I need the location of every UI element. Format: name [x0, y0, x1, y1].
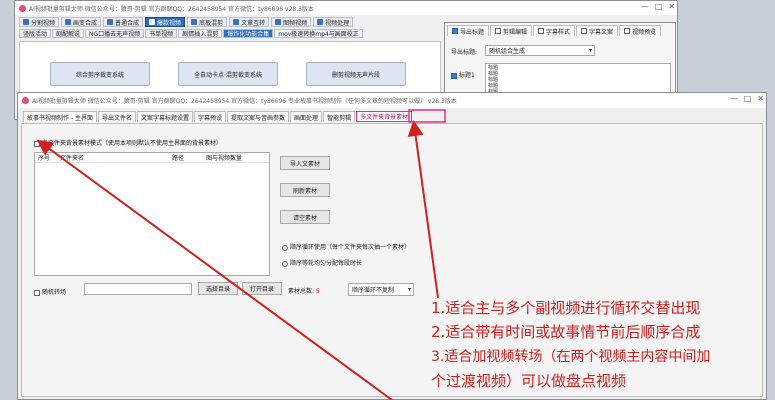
maximize-icon[interactable]: □: [744, 94, 752, 103]
chevron-down-icon: ▾: [588, 47, 592, 54]
right-tab[interactable]: 导出标题: [447, 25, 490, 36]
tile-silent-cut[interactable]: 删剪视频无声片段: [306, 62, 406, 86]
app-logo-icon: [19, 4, 26, 12]
tab-check-icon: [581, 28, 588, 34]
annotation-line-4: 个过渡视频）可以做盘点视频: [431, 372, 627, 390]
subtab[interactable]: mov极速转换mp4与画面校正: [274, 29, 363, 38]
toolbar-button[interactable]: 底板混剪: [187, 17, 228, 27]
subtab[interactable]: NG口播去无声视频: [85, 29, 145, 38]
material-count-value: 5: [315, 288, 320, 295]
right-panel-tabs: 导出标题 剪辑编辑 字幕样式 字幕文案 视频预览: [447, 25, 662, 37]
toolbar-button[interactable]: 文章互转: [229, 17, 270, 27]
select-directory-button[interactable]: 选择目录: [198, 282, 238, 295]
play-icon: [107, 19, 114, 25]
maximize-icon[interactable]: □: [655, 2, 663, 11]
material-count-label: 素材总数: 5: [288, 288, 320, 295]
front-tab[interactable]: 字幕预设: [194, 111, 227, 122]
title1-checkbox[interactable]: 标题1: [451, 70, 475, 79]
minimize-icon[interactable]: —: [641, 2, 649, 11]
export-title-label: 导出标题:: [451, 49, 478, 56]
toolbar-button[interactable]: 爆款视频: [145, 17, 186, 27]
front-tab[interactable]: 智能剪辑: [323, 111, 356, 122]
clear-button[interactable]: 请空素材: [280, 210, 330, 224]
gear-icon: [317, 19, 324, 25]
title1-check-icon: [451, 72, 457, 79]
merge-icon: [65, 19, 72, 25]
right-tab[interactable]: 字幕样式: [533, 25, 576, 36]
tab-check-icon: [538, 28, 545, 34]
back-toolbar: 分割视频 画变合成 普通合成 爆款视频 底板混剪 文章互转 图帧视频 视频处理: [19, 17, 354, 27]
image-icon: [275, 19, 282, 25]
toolbar-button[interactable]: 分割视频: [19, 17, 60, 27]
right-tab[interactable]: 字幕文案: [576, 25, 619, 36]
right-panel: 导出标题 剪辑编辑 字幕样式 字幕文案 视频预览 导出标题: 随机组合生成 ▾ 标题1 …: [444, 22, 676, 102]
right-tab[interactable]: 视频预览: [619, 25, 662, 36]
fire-icon: [149, 19, 156, 25]
annotation-line-2: 2.适合带有时间或故事情节前后顺序合成: [431, 323, 701, 341]
import-button[interactable]: 导入文素材: [280, 156, 330, 170]
front-window-titlebar: AI视频批量剪辑大师 微信公众号：猿哥·剪辑 官方群聊QQ：2642458954…: [18, 93, 766, 108]
chevron-down-icon: ▾: [407, 286, 411, 293]
toolbar-button[interactable]: 视频处理: [313, 17, 354, 27]
tab-check-icon: [452, 28, 458, 34]
back-subtabs: 竖版活动 剧配解说 NG口播去无声视频 书单视频 剧情插入混剪 爆炸化功能合集 mov极速转…: [19, 29, 363, 38]
open-directory-button[interactable]: 打开目录: [242, 282, 282, 295]
transition-path-input[interactable]: [84, 283, 192, 295]
export-title-select[interactable]: 随机组合生成 ▾: [485, 45, 595, 56]
col-index: 序号: [38, 155, 51, 162]
radio-icon: [282, 260, 288, 267]
front-window-title: AI视频批量剪辑大师 微信公众号：猿哥·剪辑 官方群聊QQ：2642458954…: [32, 98, 457, 105]
tab-check-icon: [495, 28, 502, 34]
transition-checkbox[interactable]: 随机转场: [34, 287, 66, 296]
tile-beat-mix-system[interactable]: 全自动卡点·混剪裁变系统: [178, 62, 278, 86]
close-icon[interactable]: ✕: [668, 2, 675, 11]
annotation-line-3: 3.适合加视频转场（在两个视频主内容中间加: [431, 349, 711, 365]
back-window-title: AI视频批量剪辑大师 微信公众号：猿哥·剪辑 官方群聊QQ：2642458954…: [29, 5, 314, 13]
front-tab[interactable]: 故事书视频制作 - 主界面: [23, 111, 97, 122]
front-tab[interactable]: 画面处理: [290, 111, 323, 122]
tab-check-icon: [624, 28, 631, 34]
refresh-button[interactable]: 刷新素材: [280, 183, 330, 197]
toolbar-button[interactable]: 画变合成: [61, 17, 102, 27]
back-window-titlebar: AI视频批量剪辑大师 微信公众号：猿哥·剪辑 官方群聊QQ：2642458954…: [15, 1, 677, 15]
app-logo-icon: [22, 97, 29, 104]
subtab[interactable]: 剧情插入混剪: [178, 29, 223, 38]
close-icon[interactable]: ✕: [757, 94, 764, 103]
front-tab[interactable]: 多文件夹背景素材: [356, 111, 413, 122]
front-tab[interactable]: 提取文案与音画参数: [227, 111, 290, 122]
col-folder: 文件夹名: [60, 155, 85, 162]
subtab[interactable]: 爆炸化功能合集: [223, 29, 274, 38]
transition-check-icon: [34, 289, 40, 296]
folder-table[interactable]: 序号 文件夹名 路径 图与视频数量: [34, 152, 270, 276]
multi-folder-check-icon: [34, 140, 40, 147]
front-tab[interactable]: 导出文件名: [97, 111, 136, 122]
subtab[interactable]: 剧配解说: [52, 29, 85, 38]
col-count: 图与视频数量: [206, 155, 243, 162]
radio-sequential-loop[interactable]: 顺序循环使用（每个文件夹每次抽一个素材）: [282, 242, 410, 251]
tile-composite-system[interactable]: 综合剪序裁变系统: [50, 62, 150, 86]
annotation-line-1: 1.适合主与多个副视频进行循环交替出现: [431, 299, 701, 317]
front-tab[interactable]: 文案字幕标题设置: [137, 111, 194, 122]
subtab[interactable]: 书单视频: [145, 29, 178, 38]
mix-icon: [191, 19, 198, 25]
toolbar-button[interactable]: 图帧视频: [271, 17, 312, 27]
split-icon: [23, 19, 29, 25]
table-header: 序号 文件夹名 路径 图与视频数量: [35, 153, 269, 163]
text-icon: [233, 19, 240, 25]
col-path: 路径: [172, 155, 185, 162]
multi-folder-checkbox[interactable]: 多文件夹背景素材模式（使用本项则默认不使用主界面的背景素材）: [34, 138, 222, 147]
radio-icon: [282, 244, 288, 251]
minimize-icon[interactable]: —: [730, 94, 738, 103]
radio-equal-duration[interactable]: 顺序等轮均匀分配每段时长: [282, 258, 362, 267]
subtab[interactable]: 竖版活动: [19, 29, 52, 38]
toolbar-button[interactable]: 普通合成: [103, 17, 144, 27]
loop-mode-select[interactable]: 顺序循环不复制 ▾: [348, 283, 414, 296]
right-tab[interactable]: 剪辑编辑: [490, 25, 533, 36]
front-tabs: 故事书视频制作 - 主界面 导出文件名 文案字幕标题设置 字幕预设 提取文案与音画参数画…: [23, 111, 413, 123]
